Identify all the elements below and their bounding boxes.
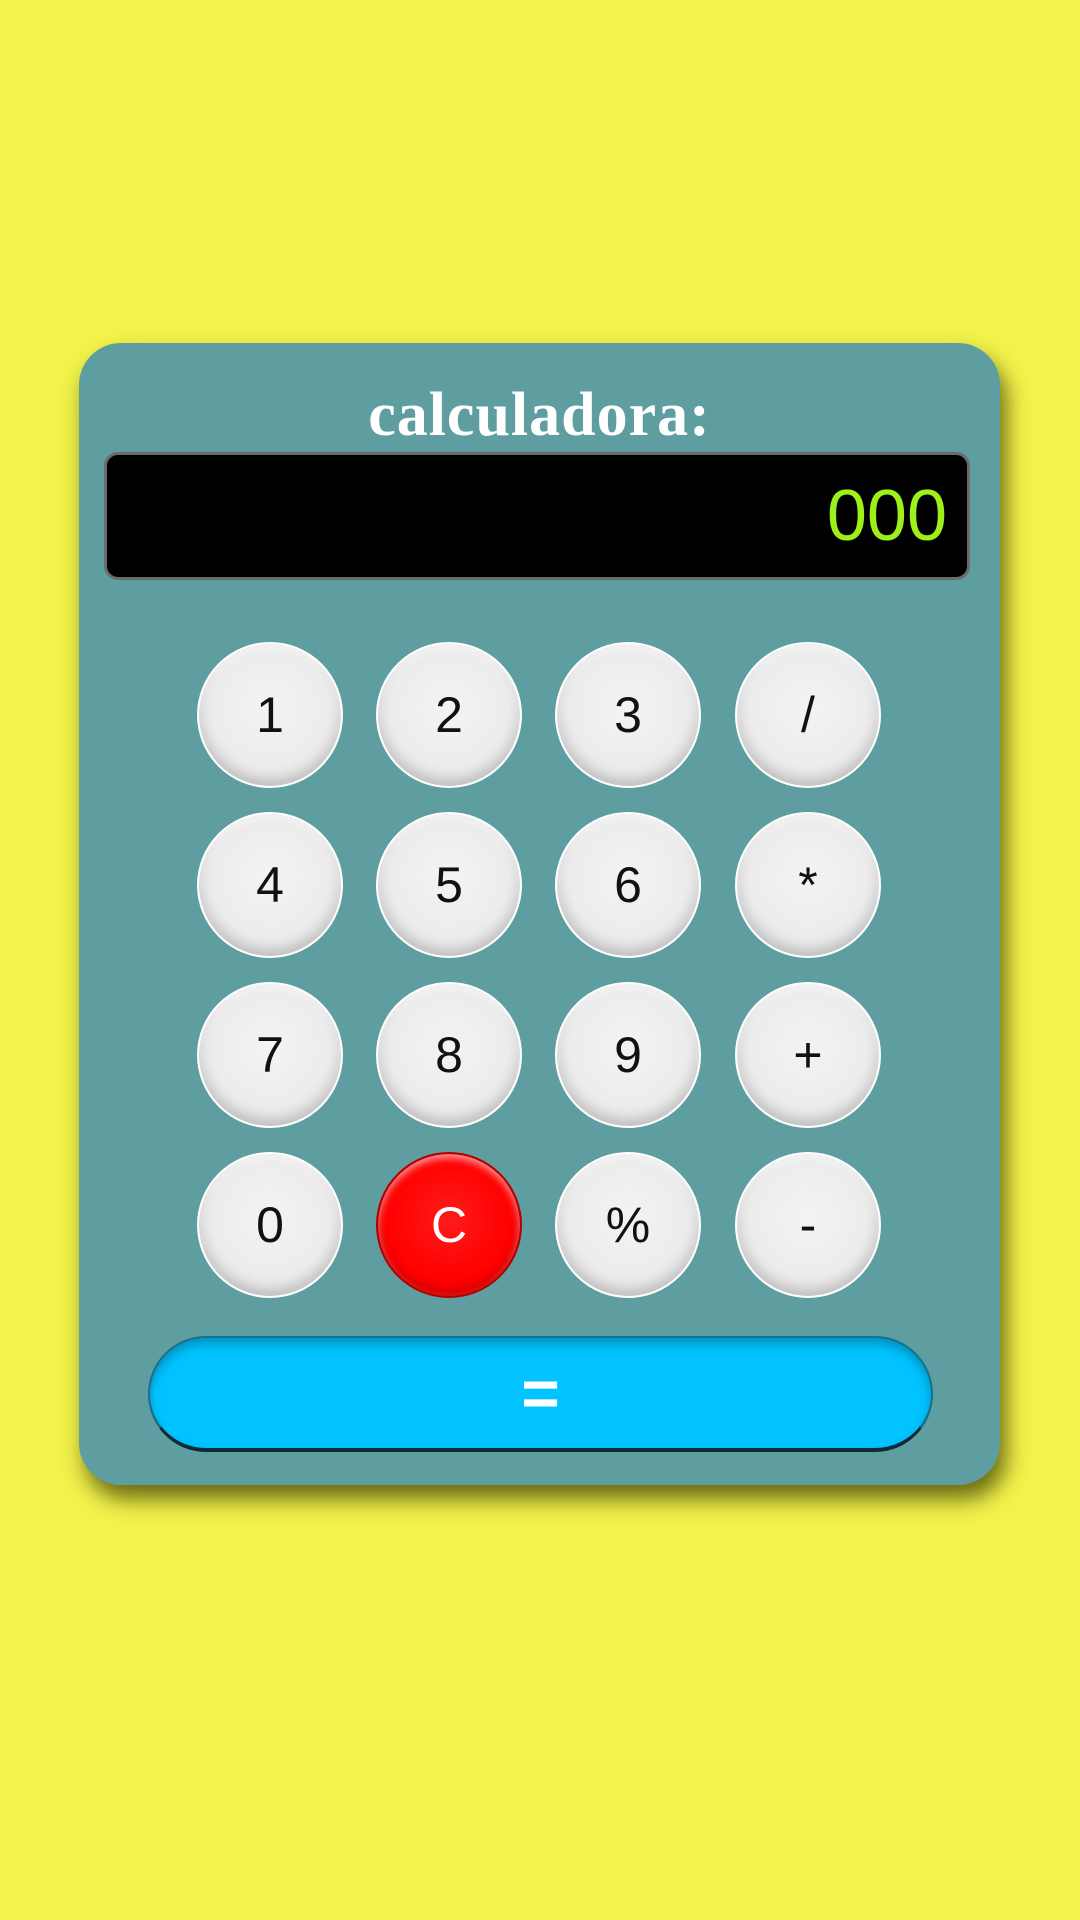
key-6-button[interactable]: 6 [555, 812, 701, 958]
key-2-button[interactable]: 2 [376, 642, 522, 788]
key-9-button[interactable]: 9 [555, 982, 701, 1128]
key-5-button[interactable]: 5 [376, 812, 522, 958]
calculator-panel: calculadora: 000 1 2 3 / 4 5 6 * 7 8 9 +… [79, 343, 1000, 1485]
divide-button[interactable]: / [735, 642, 881, 788]
plus-button[interactable]: + [735, 982, 881, 1128]
clear-button[interactable]: C [376, 1152, 522, 1298]
key-7-button[interactable]: 7 [197, 982, 343, 1128]
key-3-button[interactable]: 3 [555, 642, 701, 788]
key-8-button[interactable]: 8 [376, 982, 522, 1128]
multiply-button[interactable]: * [735, 812, 881, 958]
key-1-button[interactable]: 1 [197, 642, 343, 788]
key-4-button[interactable]: 4 [197, 812, 343, 958]
minus-button[interactable]: - [735, 1152, 881, 1298]
key-0-button[interactable]: 0 [197, 1152, 343, 1298]
calculator-title: calculadora: [368, 381, 711, 449]
equals-button[interactable]: = [148, 1336, 933, 1452]
percent-button[interactable]: % [555, 1152, 701, 1298]
calculator-display: 000 [104, 452, 970, 580]
